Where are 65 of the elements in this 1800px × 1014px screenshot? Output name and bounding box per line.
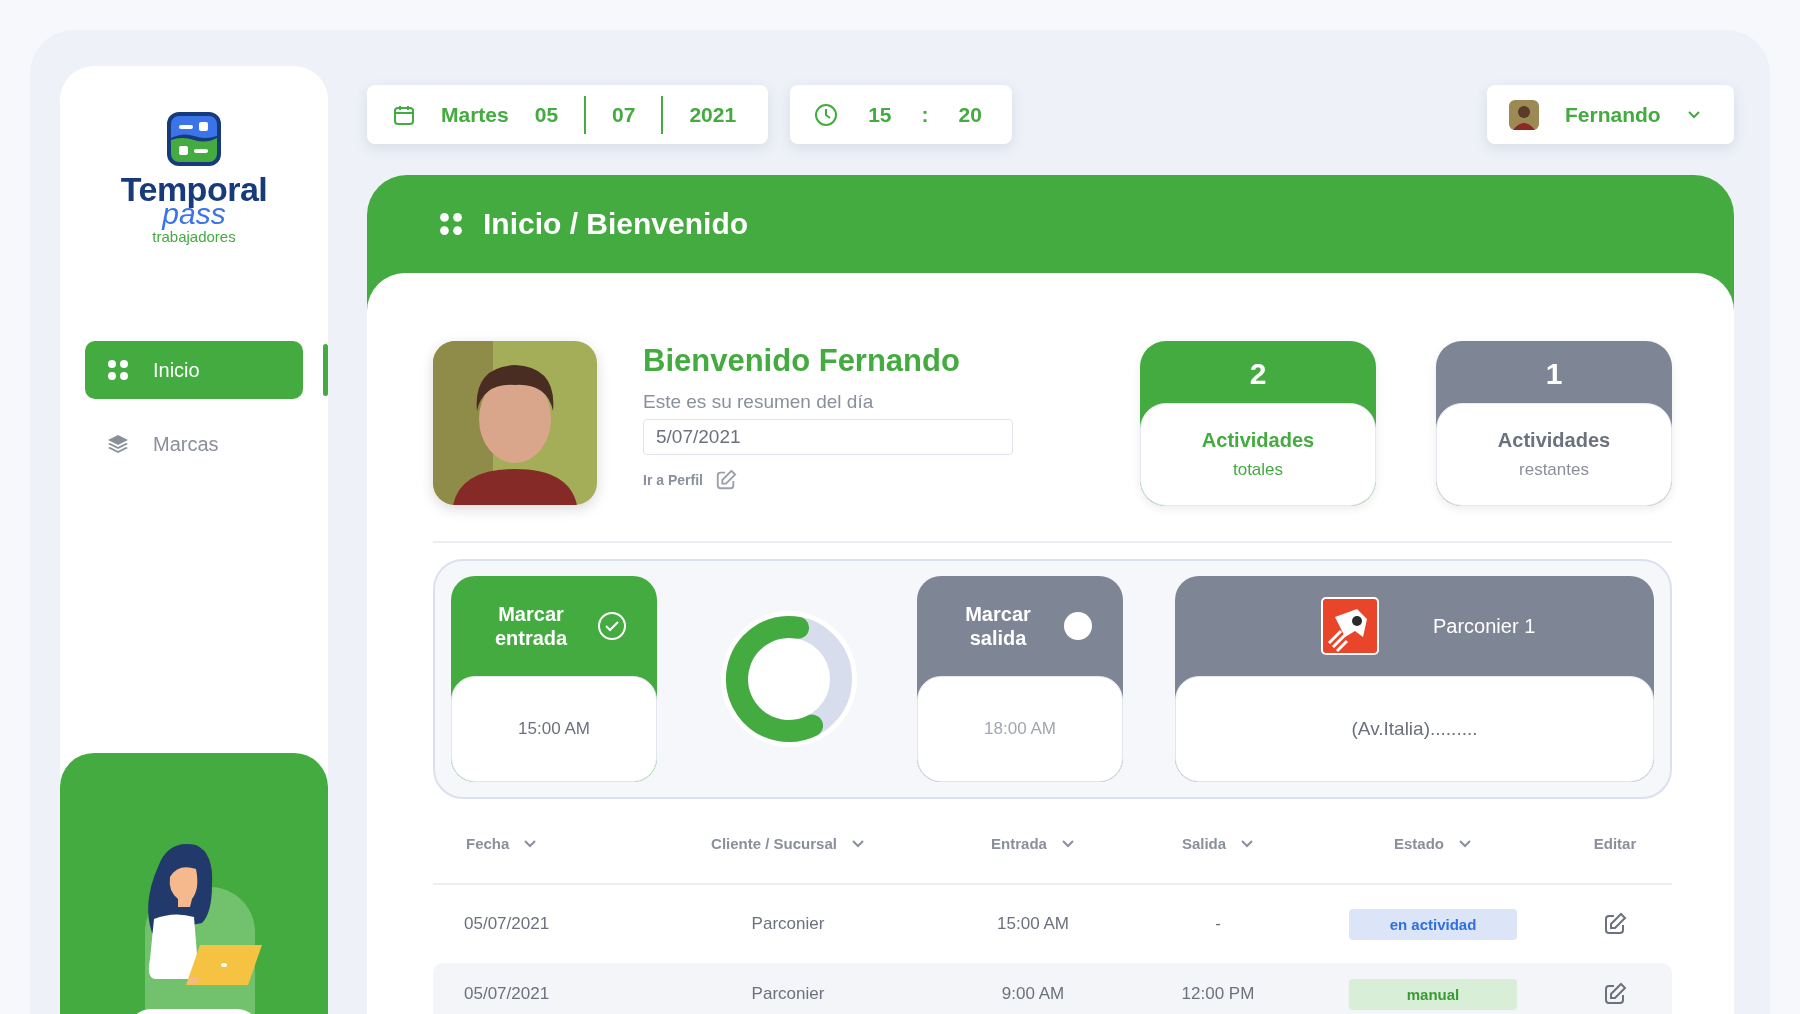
chevron-down-icon[interactable] xyxy=(1458,838,1472,848)
nav-item[interactable]: Inicio xyxy=(85,341,303,399)
date-field[interactable]: 5/07/2021 xyxy=(643,419,1013,455)
mark-card[interactable]: Marcar salida 18:00 AM xyxy=(917,576,1123,782)
site-address: (Av.Italia)......... xyxy=(1351,718,1478,740)
day-text: 05 xyxy=(534,102,559,127)
nav-item[interactable]: Marcas xyxy=(85,415,303,473)
year-text: 2021 xyxy=(689,102,737,127)
stat-value: 2 xyxy=(1248,356,1268,392)
page-title: Inicio / Bienvenido xyxy=(483,207,749,241)
chevron-down-icon[interactable] xyxy=(523,838,538,848)
table-cell: Parconier xyxy=(751,914,825,934)
mark-card[interactable]: Marcar entrada 15:00 AM xyxy=(451,576,657,782)
edit-icon[interactable] xyxy=(1603,982,1627,1006)
chevron-down-icon xyxy=(1686,109,1701,120)
month-text: 07 xyxy=(612,102,636,127)
mark-time: 18:00 AM xyxy=(984,719,1056,739)
check-circle-icon xyxy=(597,611,627,641)
stat-value: 1 xyxy=(1544,356,1564,392)
grid-icon xyxy=(439,212,463,236)
welcome-heading: Bienvenido Fernando xyxy=(643,343,961,379)
chevron-down-icon[interactable] xyxy=(850,838,865,848)
table-cell: 15:00 AM xyxy=(997,914,1069,934)
profile-link[interactable]: Ir a Perfil xyxy=(643,472,703,488)
column-heading[interactable]: Salida xyxy=(1128,834,1308,852)
grid-icon xyxy=(107,359,129,381)
layers-icon xyxy=(107,433,129,455)
column-heading[interactable]: Cliente / Sucursal xyxy=(638,834,938,852)
minute-text: 20 xyxy=(958,102,982,127)
column-heading[interactable]: Entrada xyxy=(938,834,1128,852)
mark-title: Marcar salida xyxy=(964,602,1032,650)
stat-label: Actividades xyxy=(1201,429,1315,452)
mark-title: Marcar entrada xyxy=(493,602,569,650)
table-cell: 05/07/2021 xyxy=(464,914,550,934)
time-separator: : xyxy=(921,102,929,127)
table-cell: 12:00 PM xyxy=(1181,984,1255,1004)
table-cell: - xyxy=(1215,914,1221,934)
site-name: Parconier 1 xyxy=(1433,614,1536,638)
chevron-down-icon[interactable] xyxy=(1060,838,1075,848)
mark-time: 15:00 AM xyxy=(518,719,590,739)
stat-sublabel: restantes xyxy=(1519,460,1589,480)
column-heading[interactable]: Fecha xyxy=(433,834,638,852)
avatar-icon xyxy=(1509,99,1539,130)
edit-icon[interactable] xyxy=(1603,912,1627,936)
column-heading[interactable]: Estado xyxy=(1308,834,1558,852)
status-badge: manual xyxy=(1349,978,1517,1010)
welcome-subtitle: Este es su resumen del día xyxy=(643,391,875,413)
user-menu[interactable]: Fernando xyxy=(1487,85,1734,144)
pending-circle-icon xyxy=(1064,612,1092,640)
rocket-icon xyxy=(1321,597,1379,655)
table-cell: 05/07/2021 xyxy=(464,984,550,1004)
edit-icon[interactable] xyxy=(714,469,737,491)
clock-icon xyxy=(814,102,839,127)
active-indicator xyxy=(323,344,328,396)
table-cell: Parconier xyxy=(751,984,825,1004)
weekday-text: Martes xyxy=(441,102,509,127)
stat-sublabel: totales xyxy=(1232,460,1284,480)
status-badge: en actividad xyxy=(1349,908,1517,940)
stat-label: Actividades xyxy=(1497,429,1611,452)
logo-icon xyxy=(165,110,223,168)
calendar-icon xyxy=(393,103,415,126)
column-heading: Editar xyxy=(1592,834,1638,852)
hour-text: 15 xyxy=(868,102,892,127)
table-cell: 9:00 AM xyxy=(1001,984,1065,1004)
chevron-down-icon[interactable] xyxy=(1240,838,1255,848)
